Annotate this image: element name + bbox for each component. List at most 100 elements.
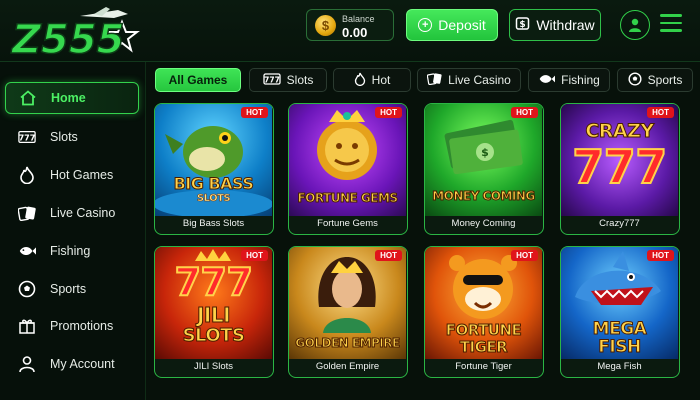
tab-label: All Games xyxy=(168,73,228,87)
svg-text:$: $ xyxy=(481,146,489,159)
game-name: Fortune Gems xyxy=(317,218,378,229)
cards-icon xyxy=(18,204,36,222)
game-card-jili-slots[interactable]: 777 JILI SLOTS HOT JILI Slots xyxy=(154,246,274,378)
hot-badge: HOT xyxy=(511,107,538,118)
art-title-line: FISH xyxy=(598,337,642,357)
soccer-ball-icon xyxy=(18,280,36,298)
user-profile-button[interactable] xyxy=(620,10,650,40)
tab-label: Hot xyxy=(371,73,391,87)
art-title-line: JILI xyxy=(196,303,231,327)
game-thumbnail: FORTUNE GEMS HOT xyxy=(289,104,406,216)
game-card-fortune-tiger[interactable]: FORTUNE TIGER HOT Fortune Tiger xyxy=(424,246,544,378)
withdraw-icon: $ xyxy=(515,16,530,34)
tab-hot[interactable]: Hot xyxy=(333,68,411,92)
game-card-crazy777[interactable]: CRAZY 777 HOT Crazy777 xyxy=(560,103,680,235)
top-header: Z555 $ Balance 0.00 + Deposit $ Withdraw xyxy=(0,0,700,64)
game-name: Golden Empire xyxy=(315,361,380,372)
game-name: Big Bass Slots xyxy=(182,218,245,229)
tab-slots[interactable]: 777 Slots xyxy=(249,68,327,92)
sidebar-item-slots[interactable]: 777 Slots xyxy=(5,121,139,153)
sidebar-item-label: Promotions xyxy=(50,319,114,333)
hot-badge: HOT xyxy=(375,107,402,118)
tab-sports[interactable]: Sports xyxy=(617,68,693,92)
game-thumbnail: CRAZY 777 HOT xyxy=(561,104,678,216)
hot-badge: HOT xyxy=(241,107,268,118)
tab-label: Sports xyxy=(647,73,683,87)
sidebar-item-label: Sports xyxy=(50,282,87,296)
game-name: Mega Fish xyxy=(597,361,642,372)
fish-icon xyxy=(18,242,36,260)
deposit-button[interactable]: + Deposit xyxy=(406,9,498,41)
tab-label: Live Casino xyxy=(448,73,511,87)
hamburger-menu-icon[interactable] xyxy=(660,14,682,34)
hot-badge: HOT xyxy=(647,107,674,118)
sidebar-item-label: Fishing xyxy=(50,244,91,258)
hot-badge: HOT xyxy=(511,250,538,261)
game-thumbnail: 777 JILI SLOTS HOT xyxy=(155,247,272,359)
sidebar-item-live-casino[interactable]: Live Casino xyxy=(5,197,139,229)
flame-icon xyxy=(354,72,366,89)
sidebar-item-my-account[interactable]: My Account xyxy=(5,348,139,380)
art-title-line: 777 xyxy=(571,140,668,194)
cards-icon xyxy=(426,72,442,88)
withdraw-button[interactable]: $ Withdraw xyxy=(509,9,601,41)
game-name: Crazy777 xyxy=(599,218,640,229)
balance-value: 0.00 xyxy=(342,25,368,40)
gift-icon xyxy=(18,317,36,335)
art-title-line: MONEY COMING xyxy=(432,189,536,203)
art-title-line: TIGER xyxy=(459,338,508,356)
game-thumbnail: $ MONEY COMING HOT xyxy=(425,104,542,216)
svg-text:777: 777 xyxy=(19,133,36,143)
slots-icon: 777 xyxy=(263,72,281,88)
tab-fishing[interactable]: Fishing xyxy=(528,68,610,92)
art-title-line: SLOTS xyxy=(182,325,245,346)
art-title-line: FORTUNE xyxy=(445,321,522,339)
game-thumbnail: BIG BASS SLOTS HOT xyxy=(155,104,272,216)
sidebar-item-hot-games[interactable]: Hot Games xyxy=(5,159,139,191)
game-thumbnail: GOLDEN EMPIRE HOT xyxy=(289,247,406,359)
sidebar-item-label: Home xyxy=(51,91,86,105)
sidebar-item-fishing[interactable]: Fishing xyxy=(5,235,139,267)
balance-display: $ Balance 0.00 xyxy=(306,9,394,41)
brand-logo[interactable]: Z555 xyxy=(9,6,140,64)
svg-text:$: $ xyxy=(520,20,526,30)
game-card-fortune-gems[interactable]: FORTUNE GEMS HOT Fortune Gems xyxy=(288,103,408,235)
game-card-big-bass-slots[interactable]: BIG BASS SLOTS HOT Big Bass Slots xyxy=(154,103,274,235)
sidebar-item-promotions[interactable]: Promotions xyxy=(5,310,139,342)
app-root: Z555 $ Balance 0.00 + Deposit $ Withdraw… xyxy=(0,0,700,400)
art-title-line: FORTUNE GEMS xyxy=(297,191,399,205)
game-name: Money Coming xyxy=(451,218,516,229)
hot-badge: HOT xyxy=(647,250,674,261)
plus-icon: + xyxy=(418,18,433,32)
coin-icon: $ xyxy=(315,15,336,36)
sidebar-item-home[interactable]: Home xyxy=(5,82,139,114)
tab-all-games[interactable]: All Games xyxy=(155,68,241,92)
sidebar-item-sports[interactable]: Sports xyxy=(5,273,139,305)
home-icon xyxy=(19,89,37,107)
art-title-line: GOLDEN EMPIRE xyxy=(295,336,401,350)
tab-label: Slots xyxy=(286,73,314,87)
withdraw-label: Withdraw xyxy=(536,17,595,33)
game-thumbnail: MEGA FISH HOT xyxy=(561,247,678,359)
tab-live-casino[interactable]: Live Casino xyxy=(417,68,521,92)
slots-icon: 777 xyxy=(18,128,36,146)
art-title-line: BIG BASS xyxy=(173,174,254,193)
svg-text:777: 777 xyxy=(264,75,280,84)
sidebar-item-label: Live Casino xyxy=(50,206,116,220)
tab-label: Fishing xyxy=(561,73,600,87)
balance-label: Balance xyxy=(342,14,375,24)
art-title-line: CRAZY xyxy=(585,120,655,142)
sidebar: Home 777 Slots Hot Games Live Casino Fis… xyxy=(0,62,146,400)
soccer-ball-icon xyxy=(628,71,642,89)
sidebar-item-label: My Account xyxy=(50,357,115,371)
art-title-line: MEGA xyxy=(592,319,647,339)
game-card-golden-empire[interactable]: GOLDEN EMPIRE HOT Golden Empire xyxy=(288,246,408,378)
logo-z-letter: Z555 xyxy=(10,17,125,58)
game-thumbnail: FORTUNE TIGER HOT xyxy=(425,247,542,359)
game-card-money-coming[interactable]: $ MONEY COMING HOT Money Coming xyxy=(424,103,544,235)
user-icon xyxy=(629,18,641,32)
deposit-label: Deposit xyxy=(438,17,486,33)
game-card-mega-fish[interactable]: MEGA FISH HOT Mega Fish xyxy=(560,246,680,378)
sidebar-item-label: Slots xyxy=(50,130,78,144)
user-icon xyxy=(18,355,36,373)
